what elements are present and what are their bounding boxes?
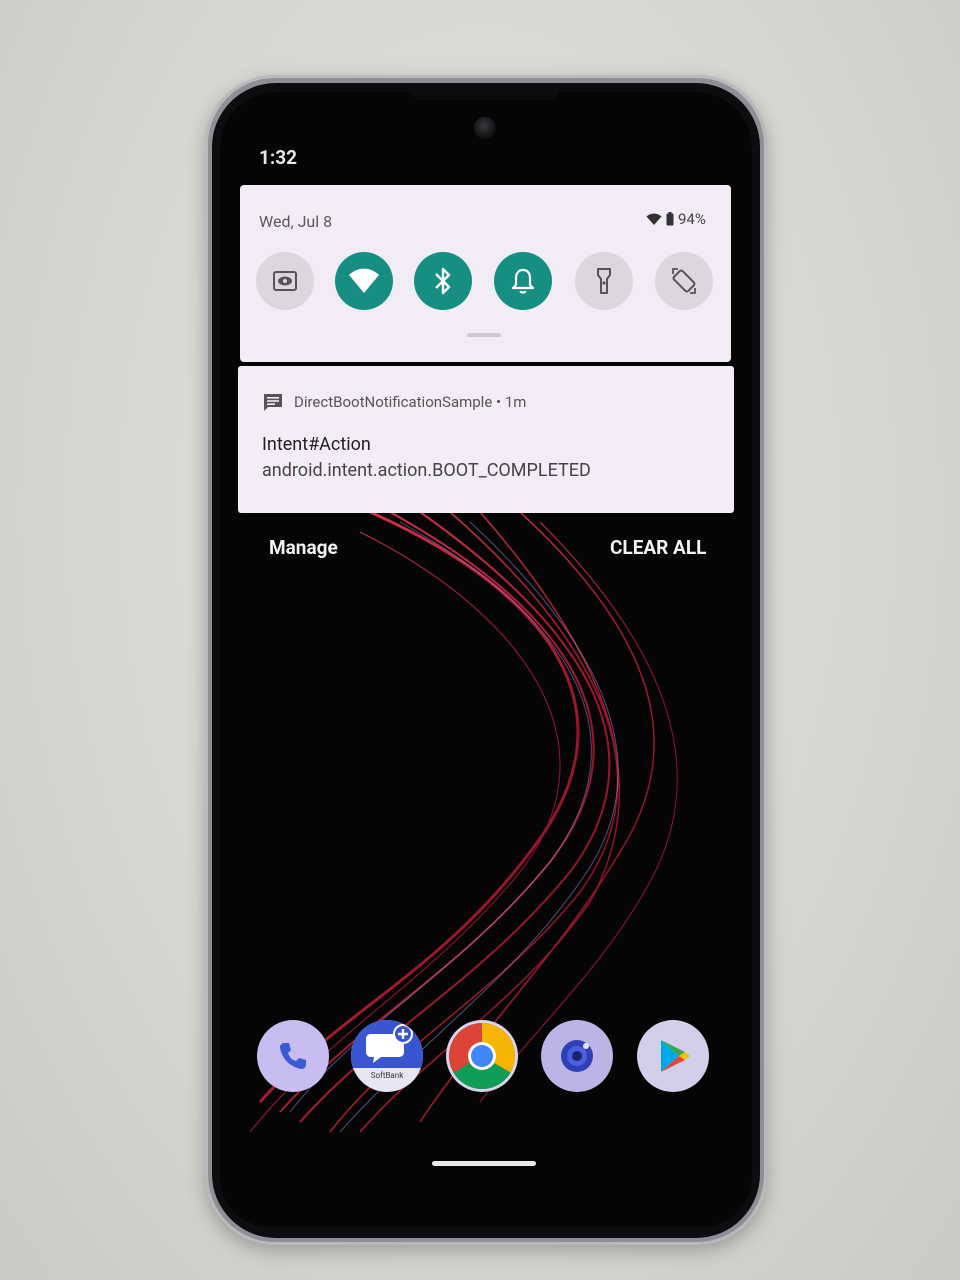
flashlight-icon [597, 268, 611, 294]
notification-title: Intent#Action [262, 434, 371, 455]
clear-all-button[interactable]: CLEAR ALL [610, 536, 706, 559]
dock-app-phone[interactable] [257, 1020, 329, 1092]
bluetooth-icon [435, 267, 451, 295]
tile-auto-rotate[interactable] [655, 252, 713, 310]
dock-app-chrome[interactable] [446, 1020, 518, 1092]
front-camera [474, 117, 496, 139]
camera-icon [561, 1040, 593, 1072]
tile-bluetooth[interactable] [414, 252, 472, 310]
qs-date[interactable]: Wed, Jul 8 [259, 212, 332, 231]
notch [410, 86, 560, 100]
notification-body: android.intent.action.BOOT_COMPLETED [262, 460, 591, 481]
tile-sound[interactable] [494, 252, 552, 310]
eye-icon [273, 271, 297, 291]
notification-app-name: DirectBootNotificationSample [294, 393, 493, 411]
notification-header: DirectBootNotificationSample • 1m [262, 392, 526, 412]
tile-wifi[interactable] [335, 252, 393, 310]
messages-sublabel: SoftBank [370, 1071, 404, 1080]
messages-plus-icon [351, 1020, 423, 1068]
tile-flashlight[interactable] [575, 252, 633, 310]
qs-status-icons: 94% [646, 210, 706, 228]
battery-icon [666, 212, 674, 226]
dock-app-camera[interactable] [541, 1020, 613, 1092]
chrome-icon [448, 1023, 516, 1090]
bell-icon [511, 268, 535, 294]
dock-app-play-store[interactable] [637, 1020, 709, 1092]
message-icon [264, 394, 282, 411]
qs-drag-handle[interactable] [467, 333, 501, 337]
dock-app-messages[interactable]: SoftBank [351, 1020, 423, 1092]
phone-icon [280, 1043, 306, 1069]
battery-percent: 94% [678, 210, 706, 228]
wifi-icon [349, 268, 379, 293]
play-store-icon [661, 1040, 690, 1072]
notification-separator: • [496, 393, 502, 411]
tile-screen-saver[interactable] [256, 252, 314, 310]
notification-time: 1m [504, 393, 527, 411]
status-time: 1:32 [259, 146, 298, 169]
manage-button[interactable]: Manage [269, 536, 338, 559]
wifi-signal-icon [646, 213, 662, 225]
rotate-icon [672, 268, 696, 294]
gesture-nav-bar[interactable] [432, 1161, 536, 1166]
